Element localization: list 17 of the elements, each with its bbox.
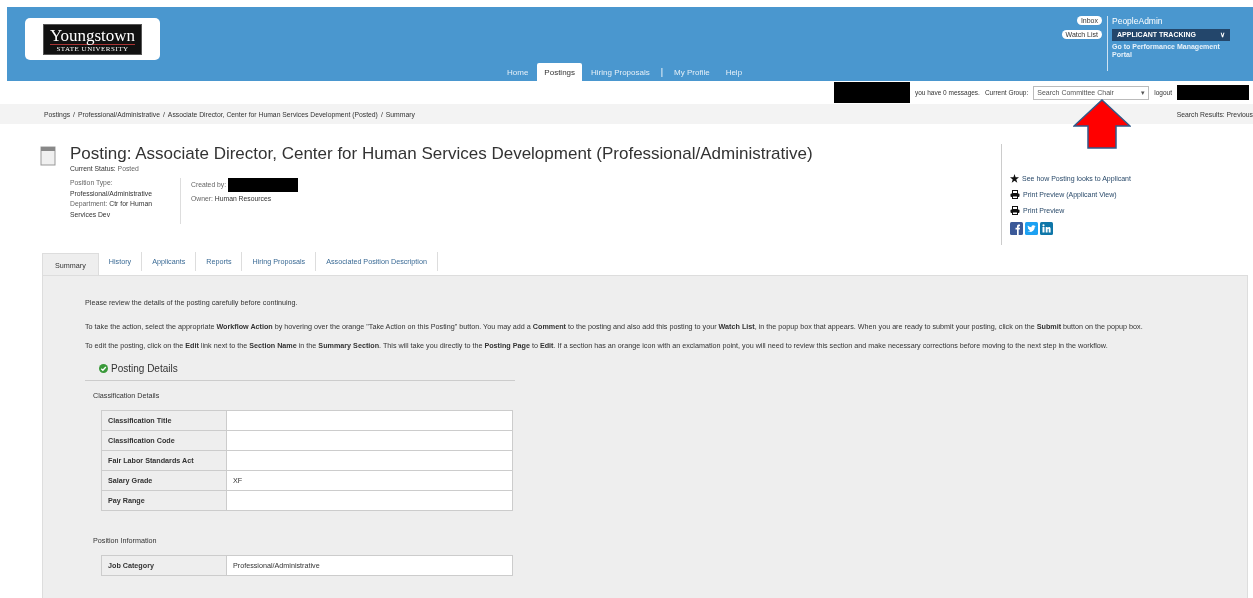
redaction-bar bbox=[1177, 85, 1249, 100]
twitter-icon[interactable] bbox=[1025, 222, 1038, 235]
printer-icon bbox=[1010, 206, 1020, 215]
star-icon bbox=[1010, 174, 1019, 183]
nav-separator: | bbox=[659, 66, 665, 79]
up-arrow bbox=[1073, 99, 1131, 149]
redaction-bar bbox=[228, 178, 299, 193]
product-name: PeopleAdmin bbox=[1112, 16, 1164, 26]
check-circle-icon bbox=[99, 364, 108, 373]
linkedin-icon[interactable] bbox=[1040, 222, 1053, 235]
page-title: Posting: Associate Director, Center for Human Services Development (Professional/Administrative) bbox=[70, 144, 814, 164]
facebook-icon[interactable] bbox=[1010, 222, 1023, 235]
printer-icon bbox=[1010, 190, 1020, 199]
document-icon bbox=[40, 146, 56, 166]
logo-text: Youngstown bbox=[49, 26, 136, 45]
nav-tab[interactable]: Postings bbox=[537, 63, 583, 81]
section-title: Posting Details bbox=[111, 363, 178, 374]
